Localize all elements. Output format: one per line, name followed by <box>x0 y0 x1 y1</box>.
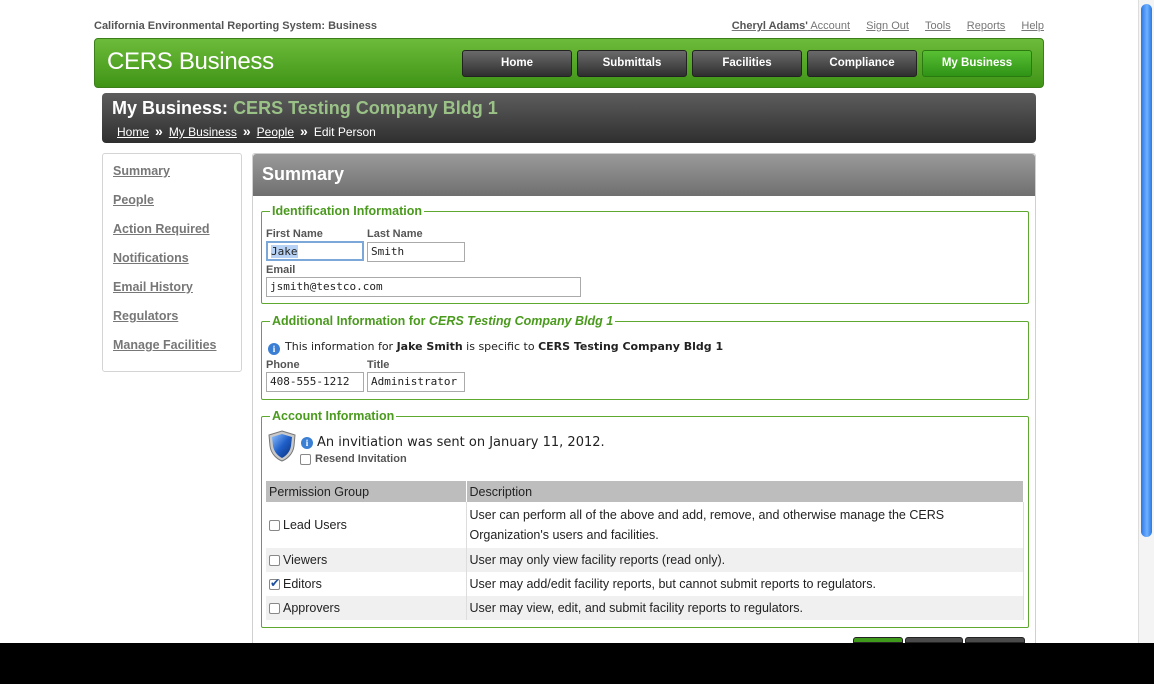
help-link[interactable]: Help <box>1021 20 1044 32</box>
breadcrumb-separator: » <box>155 123 163 139</box>
group-description: User may add/edit facility reports, but … <box>466 572 1024 596</box>
approvers-checkbox[interactable] <box>269 603 280 615</box>
panel-header: Summary <box>253 154 1035 196</box>
nav-submittals[interactable]: Submittals <box>577 50 687 77</box>
app-header: CERS Business Home Submittals Facilities… <box>94 38 1044 88</box>
page-title-bar: My Business: CERS Testing Company Bldg 1… <box>102 93 1036 143</box>
email-field[interactable]: jsmith@testco.com <box>266 277 581 297</box>
viewers-checkbox[interactable] <box>269 555 280 567</box>
last-name-field[interactable]: Smith <box>367 242 465 262</box>
brand-logo[interactable]: CERS Business <box>107 48 274 76</box>
sign-out-link[interactable]: Sign Out <box>866 20 909 32</box>
tools-link[interactable]: Tools <box>925 20 951 32</box>
email-label: Email <box>266 264 296 276</box>
sidebar-item-regulators[interactable]: Regulators <box>113 309 178 323</box>
additional-info-legend: Additional Information for CERS Testing … <box>270 314 615 328</box>
additional-legend-business: CERS Testing Company Bldg 1 <box>428 314 614 328</box>
info-icon: i <box>301 437 313 449</box>
first-name-field[interactable]: Jake <box>266 241 364 261</box>
user-name: Cheryl Adams' <box>731 20 808 32</box>
table-row: Viewers User may only view facility repo… <box>266 548 1024 572</box>
lead-users-checkbox[interactable] <box>269 520 280 532</box>
group-description: User may only view facility reports (rea… <box>466 548 1024 572</box>
first-name-value: Jake <box>271 245 298 258</box>
page-title-business: CERS Testing Company Bldg 1 <box>233 98 498 118</box>
editors-checkbox[interactable] <box>269 576 280 591</box>
column-permission-group: Permission Group <box>266 481 467 502</box>
group-name: Lead Users <box>283 518 347 532</box>
sidebar-item-summary[interactable]: Summary <box>113 164 170 178</box>
identification-legend: Identification Information <box>272 204 422 218</box>
reports-link[interactable]: Reports <box>967 20 1006 32</box>
info-icon: i <box>268 343 280 355</box>
sidebar-item-people[interactable]: People <box>113 193 154 207</box>
breadcrumb-people[interactable]: People <box>257 125 294 139</box>
top-utility-bar: California Environmental Reporting Syste… <box>94 20 1044 36</box>
group-cell: Viewers <box>266 548 467 572</box>
table-row: Editors User may add/edit facility repor… <box>266 572 1024 596</box>
panel-title: Summary <box>262 164 345 184</box>
additional-legend-prefix: Additional Information for <box>272 314 426 328</box>
permission-table: Permission Group Description Lead Users … <box>266 481 1024 620</box>
sidebar: Summary People Action Required Notificat… <box>102 153 242 372</box>
sidebar-item-action-required[interactable]: Action Required <box>113 222 210 236</box>
table-row: Lead Users User can perform all of the a… <box>266 502 1024 548</box>
note-person: Jake Smith <box>396 340 463 353</box>
column-description: Description <box>466 481 1024 502</box>
resend-invitation-checkbox[interactable] <box>300 454 311 465</box>
screen-bottom-area <box>0 643 1154 684</box>
nav-my-business[interactable]: My Business <box>922 50 1032 77</box>
group-name: Approvers <box>283 601 340 615</box>
nav-facilities[interactable]: Facilities <box>692 50 802 77</box>
shield-icon <box>268 430 296 462</box>
note-middle: is specific to <box>466 340 535 353</box>
nav-home[interactable]: Home <box>462 50 572 77</box>
first-name-label: First Name <box>266 228 323 240</box>
breadcrumb-current: Edit Person <box>313 125 376 139</box>
sidebar-item-notifications[interactable]: Notifications <box>113 251 189 265</box>
breadcrumb: Home » My Business » People » Edit Person <box>117 123 376 139</box>
breadcrumb-separator: » <box>300 123 308 139</box>
breadcrumb-my-business[interactable]: My Business <box>169 125 237 139</box>
phone-field[interactable]: 408-555-1212 <box>266 372 364 392</box>
note-business: CERS Testing Company Bldg 1 <box>538 340 724 353</box>
page-title-prefix: My Business: <box>112 98 229 118</box>
breadcrumb-home[interactable]: Home <box>117 125 149 139</box>
resend-invitation-label: Resend Invitation <box>315 453 407 465</box>
title-label: Title <box>367 359 390 371</box>
group-description: User may view, edit, and submit facility… <box>466 596 1024 620</box>
group-name: Viewers <box>283 553 328 567</box>
account-label: Account <box>810 20 851 32</box>
main-panel: Summary Identification Information First… <box>252 153 1036 653</box>
scrollbar-thumb[interactable] <box>1141 4 1152 537</box>
group-description: User can perform all of the above and ad… <box>466 502 1024 548</box>
breadcrumb-separator: » <box>242 123 251 139</box>
group-cell: Editors <box>266 572 467 596</box>
invitation-message: An invitiation was sent on January 11, 2… <box>317 435 605 450</box>
additional-info-note: This information for Jake Smith is speci… <box>285 340 723 353</box>
group-cell: Lead Users <box>266 502 467 548</box>
sidebar-item-manage-facilities[interactable]: Manage Facilities <box>113 338 217 352</box>
group-cell: Approvers <box>266 596 467 620</box>
last-name-label: Last Name <box>367 228 423 240</box>
note-prefix: This information for <box>285 340 394 353</box>
system-name: California Environmental Reporting Syste… <box>94 20 378 32</box>
table-row: Approvers User may view, edit, and submi… <box>266 596 1024 620</box>
account-info-legend: Account Information <box>272 409 395 423</box>
title-field[interactable]: Administrator <box>367 372 465 392</box>
sidebar-item-email-history[interactable]: Email History <box>113 280 193 294</box>
page-title: My Business: CERS Testing Company Bldg 1 <box>112 98 498 119</box>
phone-label: Phone <box>266 359 300 371</box>
nav-compliance[interactable]: Compliance <box>807 50 917 77</box>
top-links: Cheryl Adams' Account Sign Out Tools Rep… <box>719 20 1044 32</box>
account-link[interactable]: Cheryl Adams' Account <box>732 20 850 32</box>
vertical-scrollbar[interactable] <box>1138 0 1154 643</box>
group-name: Editors <box>283 577 322 591</box>
